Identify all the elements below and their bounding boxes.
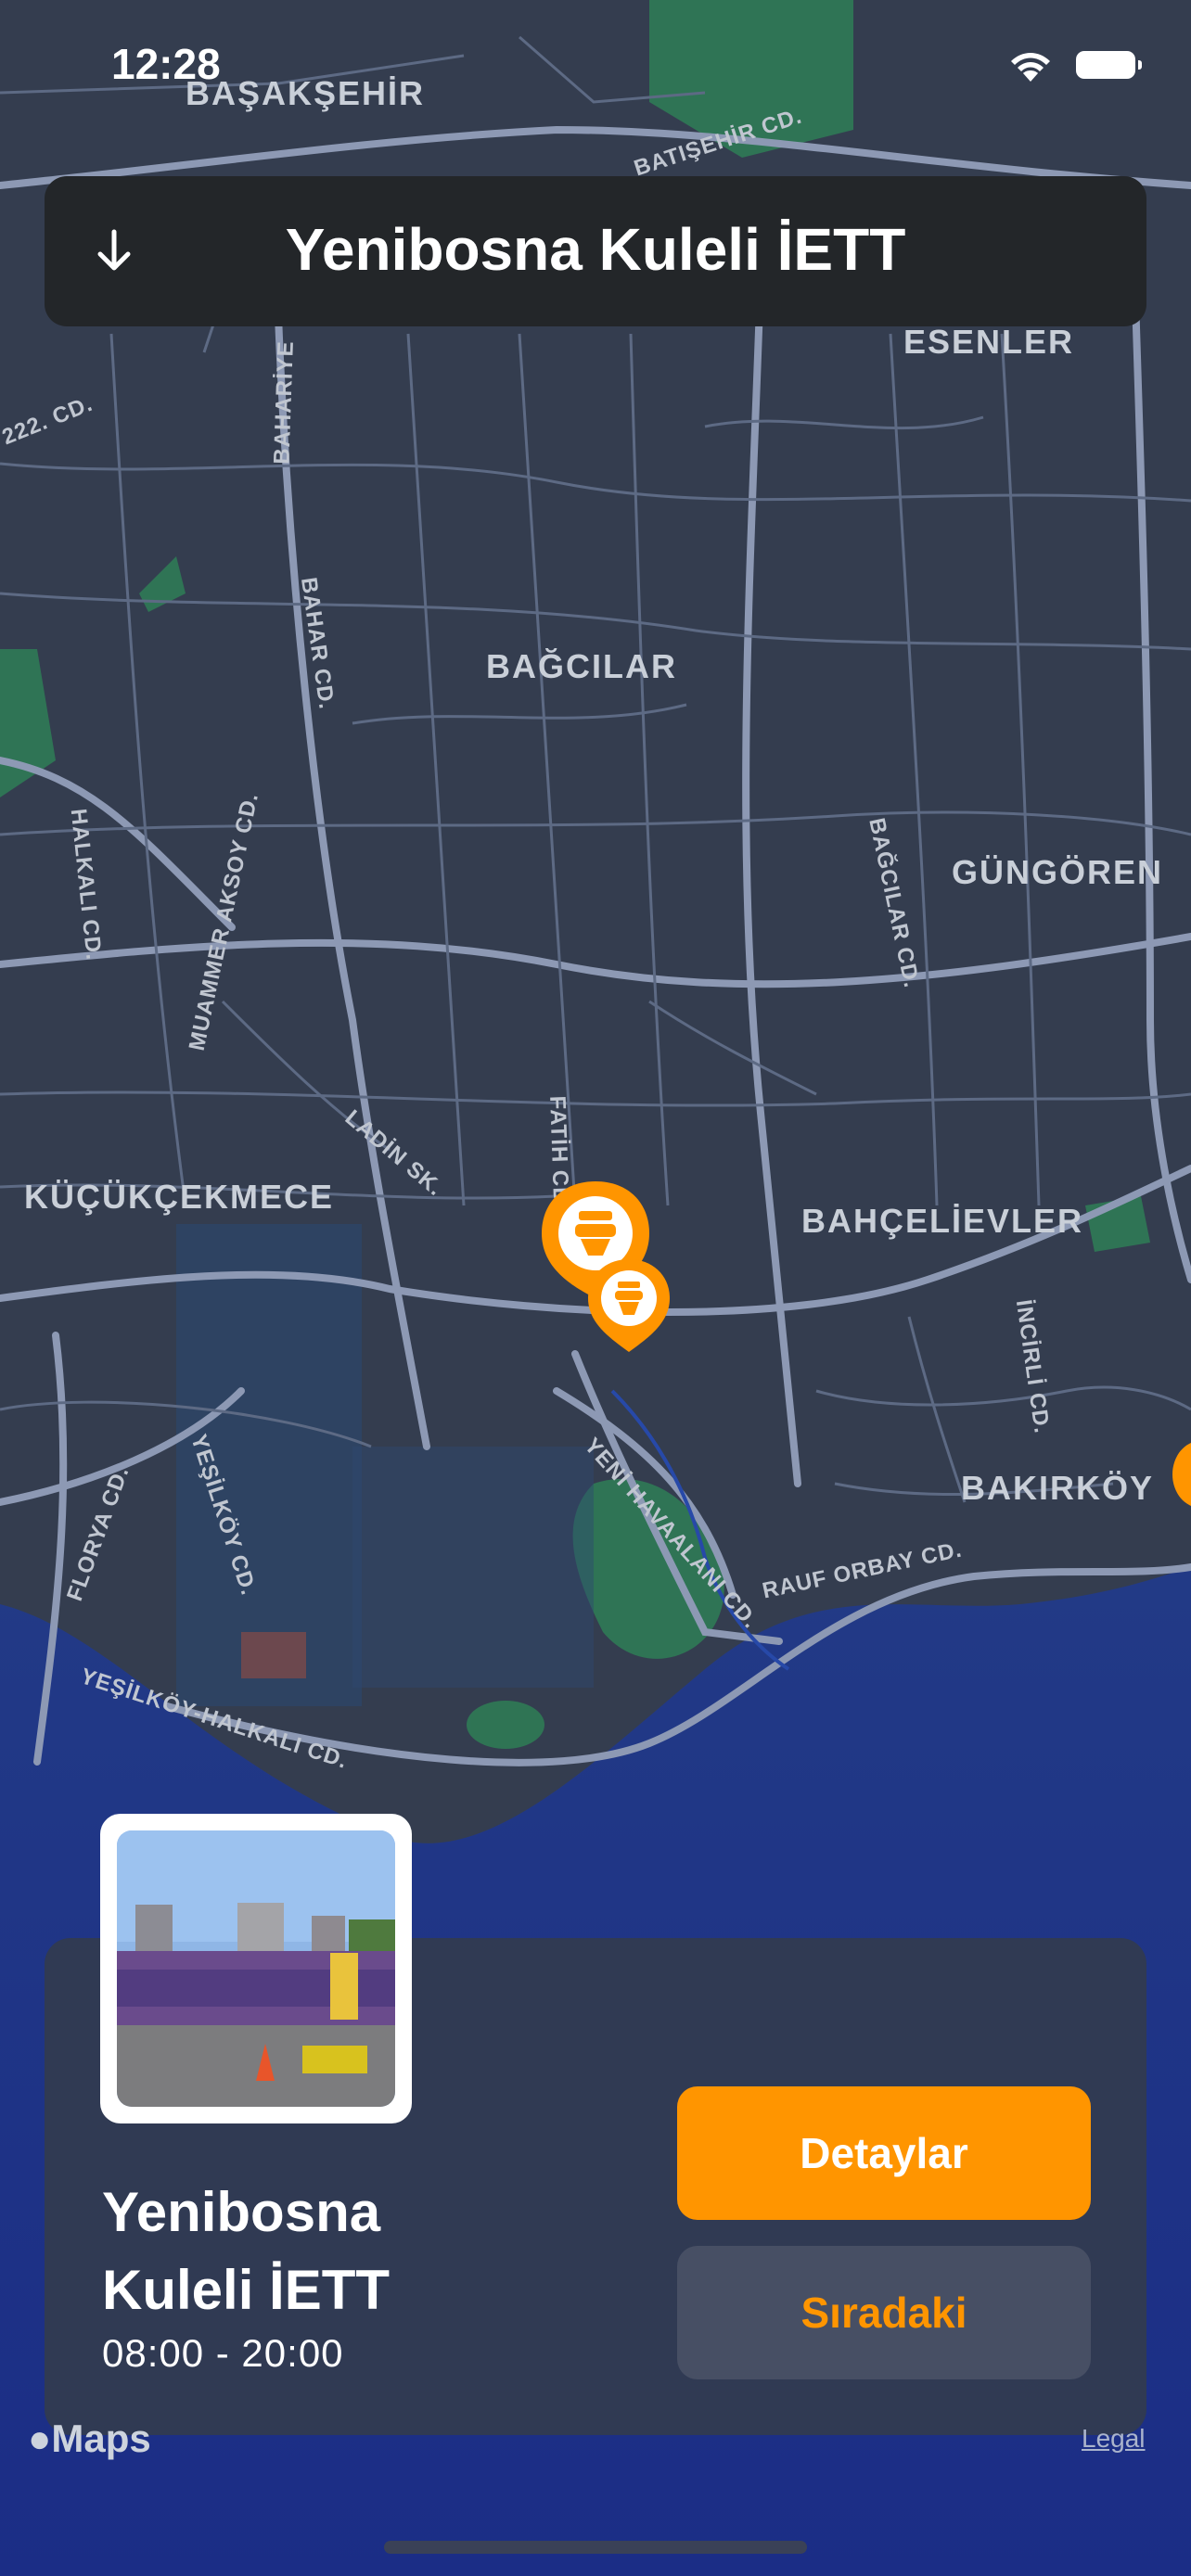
- battery-icon: [1076, 51, 1142, 79]
- opening-hours: 08:00 - 20:00: [102, 2331, 344, 2375]
- page-title: Yenibosna Kuleli İETT: [285, 216, 906, 283]
- toilet-pin-offscreen[interactable]: [1172, 1437, 1191, 1511]
- apple-logo-icon: ●: [28, 2417, 52, 2460]
- wifi-icon: [1011, 53, 1050, 82]
- district-label: KÜÇÜKÇEKMECE: [24, 1178, 335, 1216]
- place-name: Yenibosna Kuleli İETT: [102, 2181, 391, 2321]
- status-icons: [1005, 46, 1142, 83]
- home-indicator: [384, 2541, 807, 2554]
- district-label: ESENLER: [903, 323, 1075, 361]
- district-label: BAKIRKÖY: [961, 1469, 1155, 1507]
- district-label: GÜNGÖREN: [952, 853, 1164, 891]
- arrow-down-icon[interactable]: [89, 226, 139, 276]
- place-photo[interactable]: [117, 1830, 395, 2107]
- district-label: BAŞAKŞEHİR: [186, 74, 426, 112]
- toilet-pin-small[interactable]: [584, 1256, 673, 1356]
- district-label: BAĞCILAR: [486, 647, 677, 685]
- district-label: BAHÇELİEVLER: [801, 1202, 1084, 1240]
- legal-link[interactable]: Legal: [1082, 2424, 1146, 2454]
- street-label: BAHARİYE: [269, 339, 299, 465]
- status-time: 12:28: [111, 40, 221, 88]
- apple-maps-logo: ●Maps: [28, 2417, 151, 2460]
- details-button[interactable]: Detaylar: [677, 2086, 1091, 2220]
- next-button[interactable]: Sıradaki: [677, 2246, 1091, 2379]
